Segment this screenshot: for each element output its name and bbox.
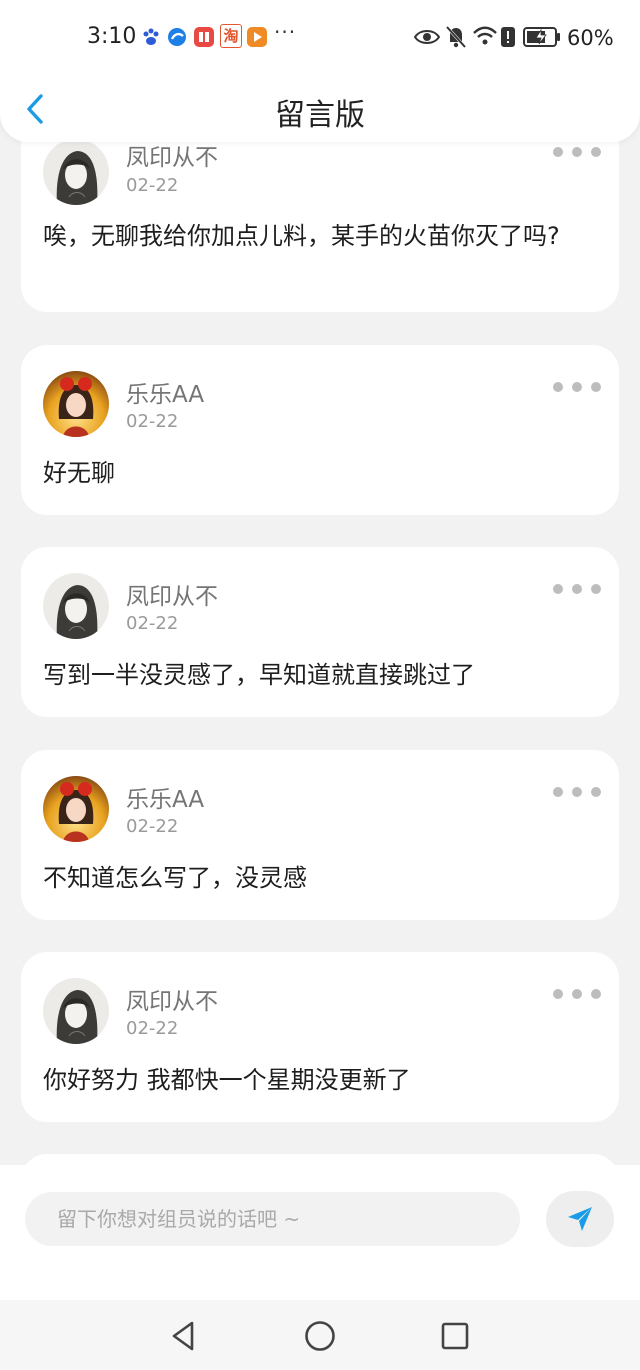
alert-icon [500, 26, 516, 52]
message-author: 凤印从不 [126, 989, 218, 1015]
more-options-button[interactable] [553, 144, 601, 160]
message-text: 写到一半没灵感了，早知道就直接跳过了 [43, 661, 475, 689]
message-date: 02-22 [126, 613, 179, 634]
message-author: 乐乐AA [126, 787, 205, 813]
message-text: 好无聊 [43, 459, 115, 487]
more-options-button[interactable] [553, 986, 601, 1002]
message-composer [0, 1165, 640, 1300]
message-date: 02-22 [126, 816, 179, 837]
message-date: 02-22 [126, 411, 179, 432]
eye-icon [413, 27, 441, 51]
message-card: 乐乐AA 02-22 不知道怎么写了，没灵感 [21, 750, 619, 920]
message-text: 你好努力 我都快一个星期没更新了 [43, 1066, 411, 1094]
message-feed[interactable]: 凤印从不 02-22 唉，无聊我给你加点儿料，某手的火苗你灭了吗? 乐乐AA 0… [0, 0, 640, 1165]
message-card [21, 1154, 619, 1165]
square-recents-icon [441, 1322, 469, 1350]
triangle-back-icon [172, 1321, 194, 1351]
system-nav-bar [0, 1300, 640, 1370]
battery-percent: 60% [567, 26, 614, 50]
taobao-icon: 淘 [220, 24, 242, 48]
taobao-glyph: 淘 [223, 27, 239, 45]
status-overflow: ··· [274, 20, 297, 44]
avatar[interactable] [43, 776, 109, 842]
message-card: 乐乐AA 02-22 好无聊 [21, 345, 619, 515]
avatar[interactable] [43, 573, 109, 639]
message-author: 凤印从不 [126, 145, 218, 171]
send-button[interactable] [546, 1191, 614, 1247]
message-author: 凤印从不 [126, 584, 218, 610]
message-text: 不知道怎么写了，没灵感 [43, 864, 307, 892]
wifi-icon [472, 25, 498, 51]
send-icon [568, 1207, 592, 1231]
message-text: 唉，无聊我给你加点儿料，某手的火苗你灭了吗? [43, 222, 560, 250]
status-time: 3:10 [87, 24, 137, 49]
message-card: 凤印从不 02-22 写到一半没灵感了，早知道就直接跳过了 [21, 547, 619, 717]
message-author: 乐乐AA [126, 382, 205, 408]
nav-recents-button[interactable] [437, 1318, 473, 1354]
page-title: 留言版 [275, 98, 365, 133]
avatar[interactable] [43, 371, 109, 437]
avatar[interactable] [43, 978, 109, 1044]
avatar[interactable] [43, 139, 109, 205]
circle-home-icon [305, 1321, 335, 1351]
message-date: 02-22 [126, 175, 179, 196]
more-options-button[interactable] [553, 581, 601, 597]
browser-icon [167, 27, 187, 47]
baidu-icon [141, 27, 161, 47]
video-icon [247, 27, 267, 47]
message-input[interactable] [25, 1192, 520, 1246]
nav-home-button[interactable] [302, 1318, 338, 1354]
message-date: 02-22 [126, 1018, 179, 1039]
nav-back-button[interactable] [166, 1318, 202, 1354]
status-bar: 3:10 淘 ··· 60% [0, 0, 640, 76]
message-card: 凤印从不 02-22 你好努力 我都快一个星期没更新了 [21, 952, 619, 1122]
battery-icon [523, 27, 561, 51]
app-header: 3:10 淘 ··· 60% 留言版 [0, 0, 640, 142]
more-options-button[interactable] [553, 784, 601, 800]
more-options-button[interactable] [553, 379, 601, 395]
reader-icon [194, 27, 214, 47]
mute-icon [445, 25, 467, 53]
